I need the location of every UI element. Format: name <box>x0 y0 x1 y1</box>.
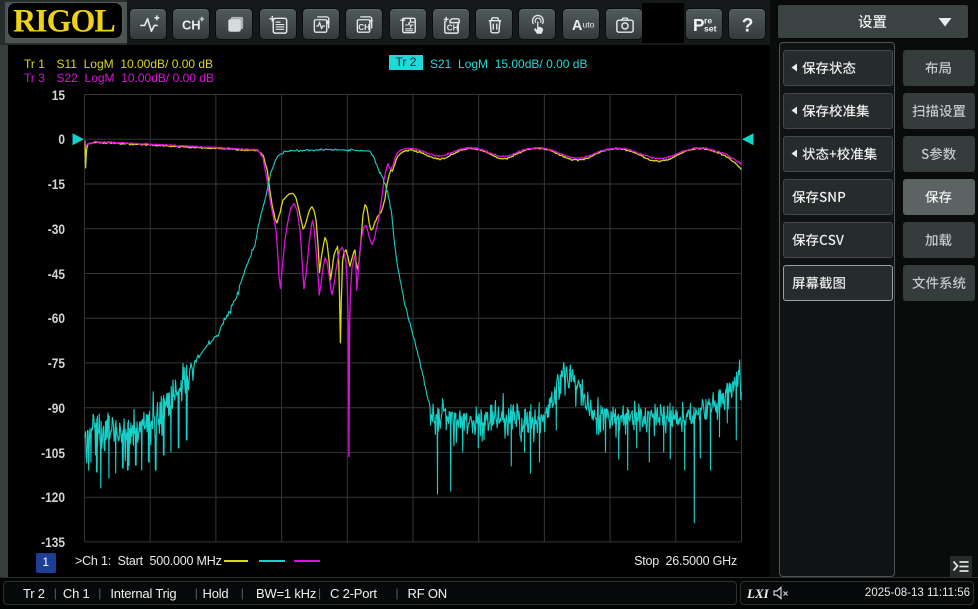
svg-text:+: + <box>369 16 374 25</box>
svg-text:P: P <box>693 15 704 35</box>
svg-text:CH: CH <box>447 24 459 33</box>
svg-text:set: set <box>704 24 717 34</box>
svg-text:uto: uto <box>582 19 594 29</box>
svg-text:?: ? <box>741 16 753 37</box>
svg-text:A: A <box>572 18 582 34</box>
svg-text:+: + <box>199 14 205 25</box>
svg-text:CH: CH <box>182 17 201 32</box>
